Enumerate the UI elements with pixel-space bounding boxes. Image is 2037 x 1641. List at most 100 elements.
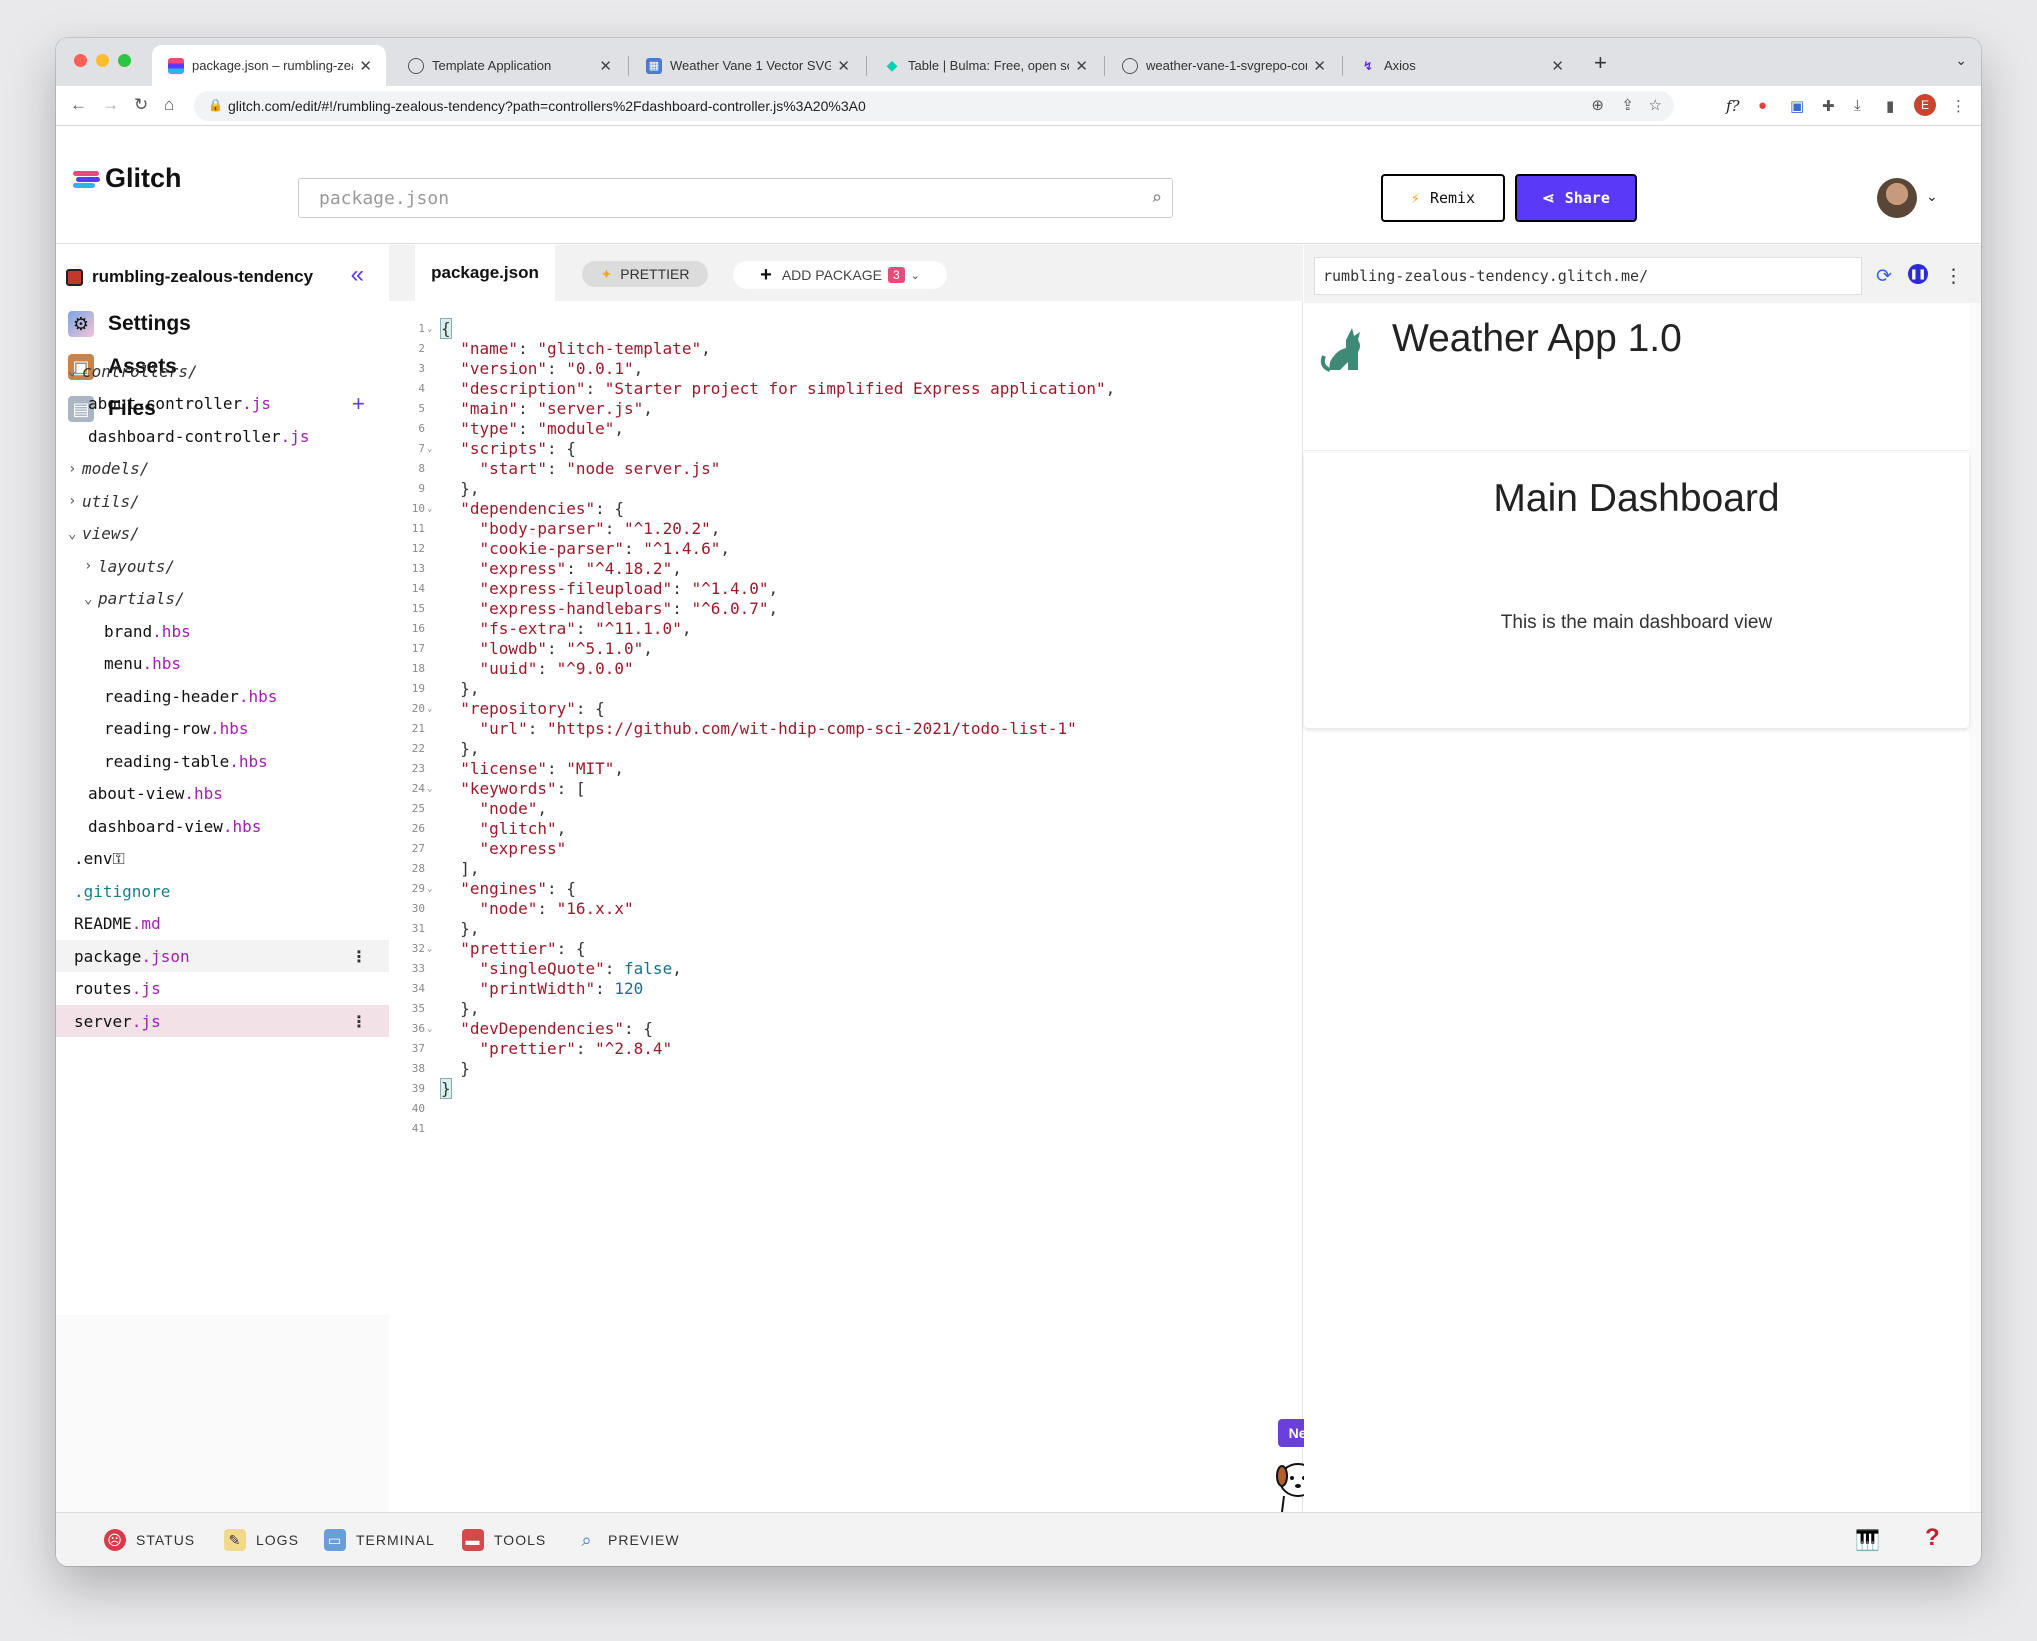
sidepanel-icon[interactable]: ▮ bbox=[1886, 97, 1894, 115]
close-window-button[interactable] bbox=[74, 54, 87, 67]
maximize-window-button[interactable] bbox=[118, 54, 131, 67]
pause-icon[interactable]: ❚❚ bbox=[1908, 264, 1928, 284]
browser-tab-template-application[interactable]: Template Application ✕ bbox=[392, 45, 626, 86]
more-options-icon[interactable]: ⋮ bbox=[1944, 265, 1963, 288]
new-tab-button[interactable]: + bbox=[1594, 50, 1607, 76]
close-tab-icon[interactable]: ✕ bbox=[837, 57, 850, 75]
font-extension-icon[interactable]: f? bbox=[1726, 97, 1740, 115]
folder-layouts[interactable]: › layouts/ bbox=[56, 550, 389, 582]
globe-icon bbox=[1122, 57, 1138, 74]
preview-url-field[interactable]: rumbling-zealous-tendency.glitch.me/ bbox=[1314, 257, 1862, 295]
folder-views[interactable]: ⌄ views/ bbox=[56, 518, 389, 550]
back-arrow-icon[interactable]: ← bbox=[70, 95, 87, 115]
file-reading-header-hbs[interactable]: reading-header .hbs bbox=[56, 680, 389, 712]
close-tab-icon[interactable]: ✕ bbox=[1075, 57, 1088, 75]
file-dashboard-view-hbs[interactable]: dashboard-view .hbs bbox=[56, 810, 389, 842]
refresh-icon[interactable]: ⟳ bbox=[1876, 265, 1892, 288]
file-options-icon[interactable]: ⋮ bbox=[351, 947, 367, 966]
code-line: 12 "cookie-parser": "^1.4.6", bbox=[411, 539, 730, 558]
code-line: 30 "node": "16.x.x" bbox=[411, 899, 634, 918]
code-area[interactable]: 1 ⌄{2 "name": "glitch-template", 3 "versio… bbox=[389, 318, 1303, 1139]
collapse-sidebar-icon[interactable]: « bbox=[351, 261, 364, 289]
file-server-js[interactable]: server .js ⋮ bbox=[56, 1005, 389, 1037]
file-about-controller-js[interactable]: about-controller .js bbox=[56, 388, 389, 420]
logs-button[interactable]: ✎ LOGS bbox=[224, 1529, 299, 1551]
app-header: Weather App 1.0 bbox=[1304, 303, 1969, 451]
file-dot-gitignore[interactable]: .gitignore bbox=[56, 875, 389, 907]
color-extension-icon[interactable]: ● bbox=[1758, 97, 1767, 114]
tab-package-json[interactable]: package.json bbox=[415, 245, 555, 301]
shield-extension-icon[interactable]: ▣ bbox=[1790, 97, 1804, 115]
chevron-down-icon[interactable]: ⌄ bbox=[1926, 188, 1938, 205]
browser-menu-icon[interactable]: ⋮ bbox=[1951, 97, 1966, 115]
terminal-button[interactable]: ▭ TERMINAL bbox=[324, 1529, 435, 1551]
add-package-button[interactable]: + ADD PACKAGE 3 ⌄ bbox=[733, 261, 947, 289]
close-tab-icon[interactable]: ✕ bbox=[1551, 57, 1564, 75]
file-routes-js[interactable]: routes .js bbox=[56, 973, 389, 1005]
file-README-md[interactable]: README .md bbox=[56, 908, 389, 940]
close-tab-icon[interactable]: ✕ bbox=[359, 57, 372, 75]
code-editor: package.json ✦ PRETTIER + ADD PACKAGE 3 … bbox=[389, 245, 1303, 1512]
close-tab-icon[interactable]: ✕ bbox=[599, 57, 612, 75]
file-reading-row-hbs[interactable]: reading-row .hbs bbox=[56, 713, 389, 745]
piano-keyboard-icon[interactable]: 🎹 bbox=[1855, 1528, 1880, 1553]
folder-controllers[interactable]: ⌄ controllers/ bbox=[56, 355, 389, 387]
browser-tab-weather-vane-svg[interactable]: weather-vane-1-svgrepo-com. ✕ bbox=[1106, 45, 1340, 86]
reload-icon[interactable]: ↻ bbox=[134, 95, 148, 115]
url-field[interactable]: 🔒 glitch.com/edit/#!/rumbling-zealous-te… bbox=[194, 91, 1674, 121]
folder-partials[interactable]: ⌄ partials/ bbox=[56, 583, 389, 615]
fold-chevron-icon[interactable]: ⌄ bbox=[427, 779, 432, 799]
fold-chevron-icon[interactable]: ⌄ bbox=[427, 499, 432, 519]
chevron-down-icon: ⌄ bbox=[68, 363, 77, 379]
file-menu-hbs[interactable]: menu .hbs bbox=[56, 648, 389, 680]
file-dashboard-controller-js[interactable]: dashboard-controller .js bbox=[56, 420, 389, 452]
puzzle-icon[interactable]: ✚ bbox=[1822, 97, 1835, 115]
home-icon[interactable]: ⌂ bbox=[164, 95, 174, 115]
code-line: 23 "license": "MIT", bbox=[411, 759, 625, 778]
download-icon[interactable]: ⤓ bbox=[1854, 97, 1861, 114]
minimize-window-button[interactable] bbox=[96, 54, 109, 67]
fold-chevron-icon[interactable]: ⌄ bbox=[427, 319, 432, 339]
status-button[interactable]: ☹ STATUS bbox=[104, 1529, 195, 1551]
fold-chevron-icon[interactable]: ⌄ bbox=[427, 699, 432, 719]
bookmark-star-icon[interactable]: ☆ bbox=[1649, 96, 1662, 114]
folder-models[interactable]: › models/ bbox=[56, 453, 389, 485]
browser-window: package.json – rumbling-zealo ✕ Template… bbox=[56, 38, 1981, 1566]
browser-tab-package-json[interactable]: package.json – rumbling-zealo ✕ bbox=[152, 45, 386, 86]
zoom-icon[interactable]: ⊕ bbox=[1591, 96, 1604, 114]
profile-avatar[interactable]: E bbox=[1914, 94, 1936, 116]
user-avatar[interactable] bbox=[1877, 178, 1917, 218]
status-face-icon: ☹ bbox=[104, 1529, 126, 1551]
fold-chevron-icon[interactable]: ⌄ bbox=[427, 939, 432, 959]
file-about-view-hbs[interactable]: about-view .hbs bbox=[56, 778, 389, 810]
preview-button[interactable]: ⌕ PREVIEW bbox=[576, 1529, 680, 1551]
fold-chevron-icon[interactable]: ⌄ bbox=[427, 439, 432, 459]
file-dot-env[interactable]: .env ⚿ bbox=[56, 843, 389, 875]
share-page-icon[interactable]: ⇪ bbox=[1621, 96, 1634, 114]
prettier-button[interactable]: ✦ PRETTIER bbox=[582, 261, 708, 287]
share-button[interactable]: ⋖ Share bbox=[1515, 174, 1637, 222]
browser-tab-weather-vane[interactable]: ▦ Weather Vane 1 Vector SVG Ico ✕ bbox=[630, 45, 864, 86]
forward-arrow-icon[interactable]: → bbox=[102, 95, 119, 115]
browser-tab-axios[interactable]: ↯ Axios ✕ bbox=[1344, 45, 1578, 86]
fold-chevron-icon[interactable]: ⌄ bbox=[427, 1019, 432, 1039]
file-brand-hbs[interactable]: brand .hbs bbox=[56, 615, 389, 647]
file-reading-table-hbs[interactable]: reading-table .hbs bbox=[56, 745, 389, 777]
file-options-icon[interactable]: ⋮ bbox=[351, 1012, 367, 1031]
tab-search-icon[interactable]: ⌄ bbox=[1955, 52, 1967, 69]
help-icon[interactable]: ? bbox=[1925, 1524, 1940, 1552]
remix-button[interactable]: ⚡ Remix bbox=[1381, 174, 1505, 222]
sidebar-item-settings[interactable]: ⚙ Settings bbox=[68, 307, 191, 341]
file-package-json[interactable]: package .json ⋮ bbox=[56, 940, 389, 972]
file-search-input[interactable]: package.json ⌕ bbox=[298, 178, 1173, 218]
code-line: 38 } bbox=[411, 1059, 470, 1078]
close-tab-icon[interactable]: ✕ bbox=[1313, 57, 1326, 75]
fold-chevron-icon[interactable]: ⌄ bbox=[427, 879, 432, 899]
browser-tab-bulma-table[interactable]: ◆ Table | Bulma: Free, open sourc ✕ bbox=[868, 45, 1102, 86]
folder-utils[interactable]: › utils/ bbox=[56, 485, 389, 517]
tools-button[interactable]: ▬ TOOLS bbox=[462, 1529, 546, 1551]
project-name-row[interactable]: rumbling-zealous-tendency « bbox=[66, 261, 376, 291]
bulma-favicon-icon: ◆ bbox=[886, 57, 898, 73]
share-icon: ⋖ bbox=[1542, 189, 1555, 207]
glitch-logo[interactable]: Glitch bbox=[73, 163, 182, 194]
